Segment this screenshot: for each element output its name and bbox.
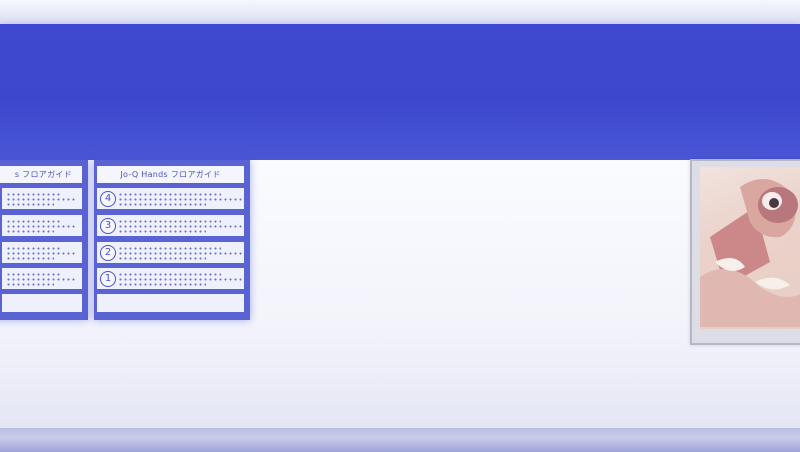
floor-guide-board-left: s フロアガイド bbox=[0, 160, 88, 320]
mall-interior-scene: s フロアガイド Jo-Q Hands フロアガイド 4 3 2 1 bbox=[0, 0, 800, 452]
floor-row-2: 2 bbox=[97, 242, 248, 263]
floor-guide-title: Jo-Q Hands フロアガイド bbox=[97, 166, 244, 183]
blue-overhead-banner bbox=[0, 24, 800, 160]
poster-frame bbox=[690, 159, 800, 345]
floor-number-badge: 2 bbox=[100, 245, 116, 261]
floor-guide-title: s フロアガイド bbox=[0, 166, 82, 183]
floor-number-badge: 4 bbox=[100, 191, 116, 207]
floor-row bbox=[2, 215, 82, 236]
floor bbox=[0, 428, 800, 452]
floor-guide-board: Jo-Q Hands フロアガイド 4 3 2 1 bbox=[94, 160, 250, 320]
floor-row-1: 1 bbox=[97, 268, 248, 289]
floor-row bbox=[2, 242, 82, 263]
poster-art bbox=[700, 179, 800, 327]
floor-row-empty bbox=[2, 294, 82, 312]
floor-row bbox=[2, 188, 82, 209]
floor-row-4: 4 bbox=[97, 188, 248, 209]
floor-row-empty bbox=[97, 294, 244, 312]
floor-row-3: 3 bbox=[97, 215, 248, 236]
abstract-character-poster-icon bbox=[700, 167, 800, 329]
floor-number-badge: 3 bbox=[100, 218, 116, 234]
floor-number-badge: 1 bbox=[100, 271, 116, 287]
floor-row bbox=[2, 268, 82, 289]
ceiling bbox=[0, 0, 800, 26]
